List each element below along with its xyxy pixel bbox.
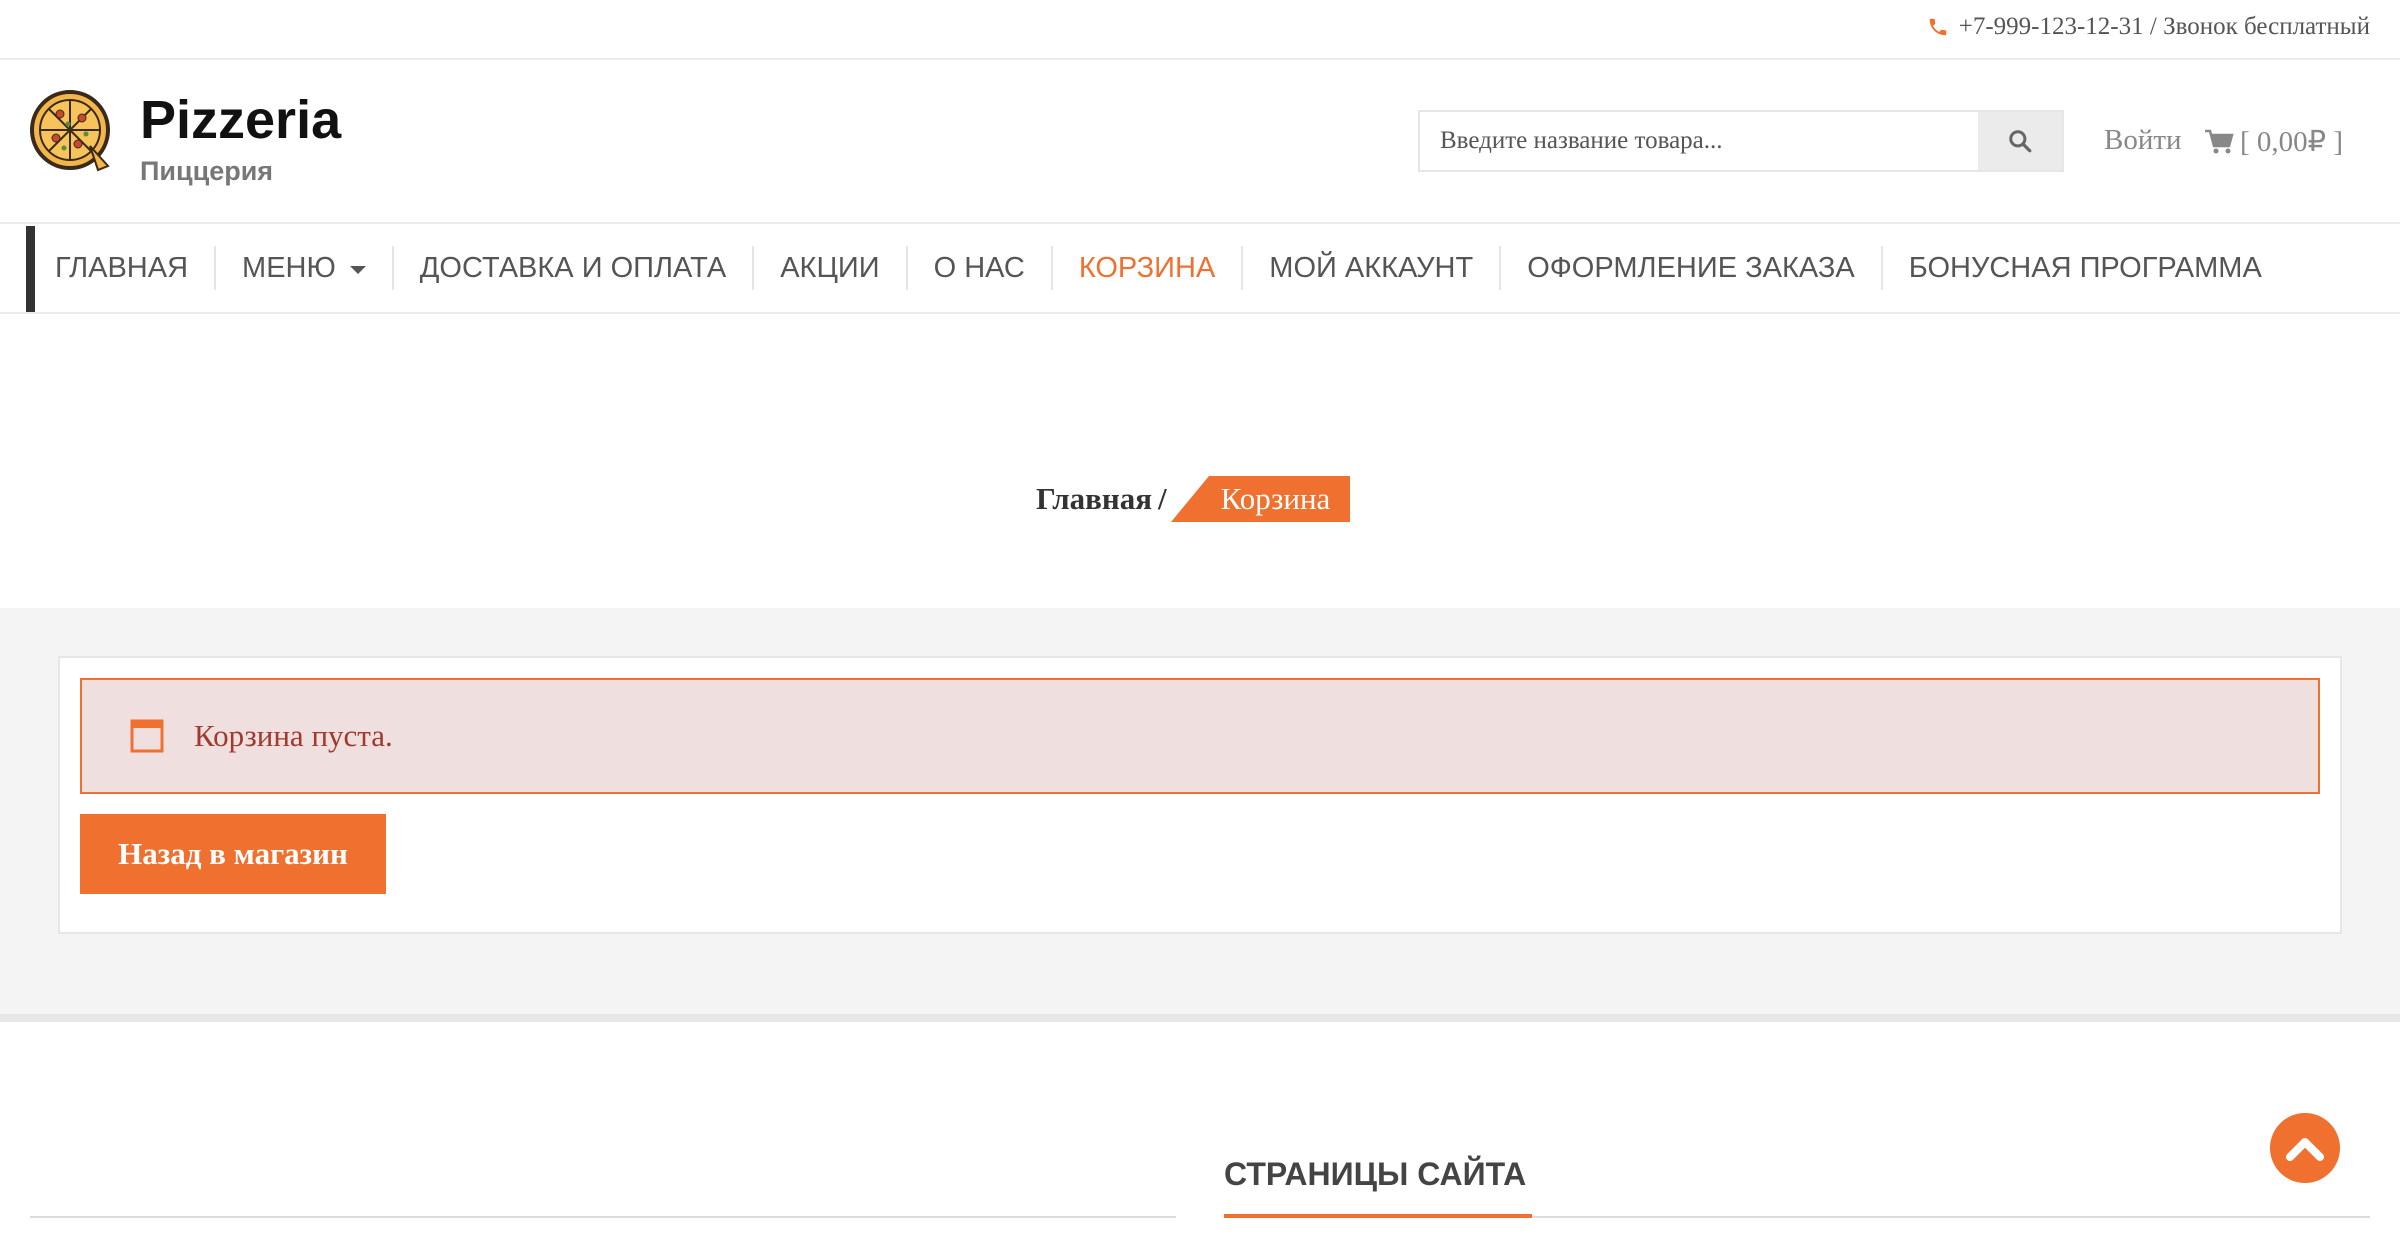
- breadcrumb-separator: /: [1158, 481, 1167, 516]
- footer-pages-heading: СТРАНИЦЫ САЙТА: [1224, 1156, 1527, 1192]
- nav-item-checkout[interactable]: ОФОРМЛЕНИЕ ЗАКАЗА: [1499, 246, 1881, 290]
- main-nav: ГЛАВНАЯ МЕНЮ ДОСТАВКА И ОПЛАТА АКЦИИ О Н…: [0, 222, 2400, 314]
- nav-item-home[interactable]: ГЛАВНАЯ: [35, 246, 214, 290]
- cart-total: [ 0,00₽ ]: [2240, 126, 2344, 158]
- content-divider: [0, 1014, 2400, 1022]
- top-bar: +7-999-123-12-31 / Звонок бесплатный: [0, 0, 2400, 60]
- breadcrumb-home[interactable]: Главная: [1036, 481, 1152, 517]
- nav-item-label: ОФОРМЛЕНИЕ ЗАКАЗА: [1527, 252, 1855, 284]
- nav-item-label: О НАС: [933, 252, 1025, 284]
- breadcrumb: Главная / Корзина: [1036, 476, 1351, 522]
- chevron-down-icon: [349, 266, 366, 274]
- search-form: [1418, 110, 2064, 172]
- nav-item-label: БОНУСНАЯ ПРОГРАММА: [1908, 252, 2262, 284]
- cart-icon: [2205, 129, 2234, 153]
- footer-divider-left: [30, 1216, 1176, 1218]
- empty-cart-notice: Корзина пуста.: [80, 678, 2320, 794]
- nav-item-label: МЕНЮ: [242, 252, 336, 284]
- nav-item-about[interactable]: О НАС: [905, 246, 1051, 290]
- nav-item-delivery[interactable]: ДОСТАВКА И ОПЛАТА: [391, 246, 752, 290]
- brand-title[interactable]: Pizzeria: [140, 90, 341, 150]
- nav-item-menu[interactable]: МЕНЮ: [214, 246, 392, 290]
- site-header: Pizzeria Пиццерия Войти [ 0,00₽ ]: [0, 60, 2400, 222]
- nav-item-label: ДОСТАВКА И ОПЛАТА: [419, 252, 727, 284]
- empty-cart-message: Корзина пуста.: [194, 718, 393, 753]
- nav-item-bonus[interactable]: БОНУСНАЯ ПРОГРАММА: [1880, 246, 2288, 290]
- login-link[interactable]: Войти: [2104, 124, 2182, 157]
- pizza-logo-icon[interactable]: [28, 88, 112, 172]
- breadcrumb-current: Корзина: [1170, 476, 1351, 522]
- chevron-up-icon: [2286, 1138, 2324, 1161]
- nav-item-label: МОЙ АККАУНТ: [1269, 252, 1474, 284]
- nav-item-account[interactable]: МОЙ АККАУНТ: [1241, 246, 1499, 290]
- back-to-shop-button[interactable]: Назад в магазин: [80, 814, 386, 894]
- scroll-to-top-button[interactable]: [2270, 1113, 2340, 1183]
- nav-item-label: КОРЗИНА: [1078, 252, 1216, 284]
- nav-item-label: ГЛАВНАЯ: [55, 252, 189, 284]
- nav-item-cart[interactable]: КОРЗИНА: [1050, 246, 1241, 290]
- window-icon: [130, 719, 164, 753]
- search-button[interactable]: [1978, 112, 2062, 170]
- cart-link[interactable]: [ 0,00₽ ]: [2204, 124, 2343, 159]
- nav-item-promotions[interactable]: АКЦИИ: [752, 246, 905, 290]
- search-icon: [2009, 130, 2032, 153]
- phone-icon: [1929, 18, 1946, 36]
- footer-heading-underline: [1224, 1214, 1532, 1218]
- phone-text: +7-999-123-12-31 / Звонок бесплатный: [1958, 13, 2370, 40]
- nav-item-label: АКЦИИ: [780, 252, 880, 284]
- nav-accent-bar: [26, 226, 35, 312]
- phone-info[interactable]: +7-999-123-12-31 / Звонок бесплатный: [1927, 13, 2370, 41]
- search-input[interactable]: [1420, 112, 1978, 170]
- brand-subtitle: Пиццерия: [140, 156, 274, 186]
